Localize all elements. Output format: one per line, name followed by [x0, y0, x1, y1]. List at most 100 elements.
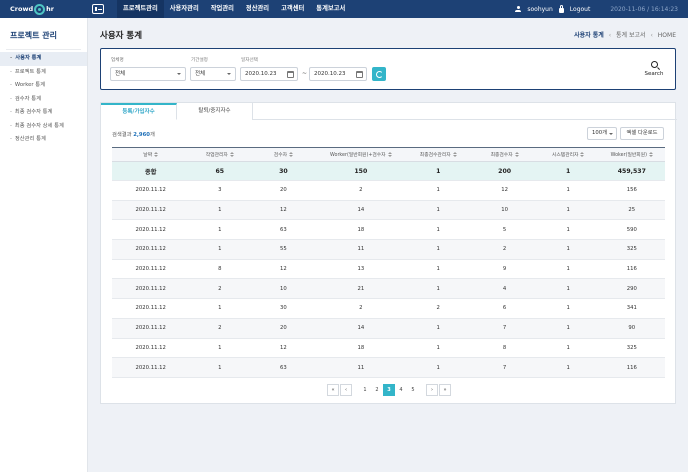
date-to-value: 2020.10.23 [314, 71, 346, 77]
sort-icon[interactable] [289, 151, 294, 158]
page-button[interactable]: 5 [407, 384, 419, 396]
table-cell: 1 [537, 239, 599, 260]
refresh-button[interactable] [372, 67, 386, 81]
table-row[interactable]: 2020.11.12 1 55 11 1 2 1 325 [112, 239, 665, 260]
logo[interactable]: Crowd hr [0, 0, 80, 18]
sort-icon[interactable] [154, 151, 159, 158]
table-cell: 2 [405, 298, 472, 319]
column-label: Worker(일반회원)+검수자 [330, 153, 386, 158]
table-cell: 18 [316, 338, 406, 359]
sidebar-item-project-stats[interactable]: 프로젝트 통계 [0, 66, 87, 80]
sidebar-item-settlement-stats[interactable]: 정산관리 통계 [0, 133, 87, 147]
sort-icon[interactable] [452, 151, 457, 158]
sidebar-item-worker-stats[interactable]: Worker 통계 [0, 79, 87, 93]
sort-icon[interactable] [229, 151, 234, 158]
search-button[interactable]: Search [643, 61, 665, 77]
breadcrumb-home[interactable]: HOME [658, 32, 676, 39]
table-cell: 20 [250, 318, 317, 339]
calendar-icon[interactable] [287, 70, 294, 78]
table-row[interactable]: 2020.11.12 1 63 11 1 7 1 116 [112, 357, 665, 378]
nav-users[interactable]: 사용자관리 [164, 0, 205, 18]
date-to-input[interactable]: 2020.10.23 [309, 67, 367, 81]
calendar-icon[interactable] [356, 70, 363, 78]
nav-reports[interactable]: 통계보고서 [310, 0, 351, 18]
period-select[interactable]: 전체 [190, 67, 236, 81]
table-cell: 25 [598, 200, 665, 221]
page-first-button[interactable]: « [327, 384, 339, 396]
sort-icon[interactable] [580, 151, 585, 158]
table-row[interactable]: 2020.11.12 1 30 2 2 6 1 341 [112, 298, 665, 319]
table-cell: 종합 [112, 161, 190, 181]
page-button[interactable]: 1 [359, 384, 371, 396]
lock-icon [558, 5, 564, 13]
table-cell: 9 [471, 259, 538, 280]
breadcrumb-reports[interactable]: 통계 보고서 [616, 32, 646, 39]
table-cell: 341 [598, 298, 665, 319]
main-nav: 프로젝트관리 사용자관리 작업관리 정산관리 고객센터 통계보고서 [117, 0, 351, 18]
table-cell: 1 [405, 278, 472, 300]
page-prev-button[interactable]: ‹ [340, 384, 352, 396]
table-row[interactable]: 2020.11.12 3 20 2 1 12 1 156 [112, 180, 665, 201]
company-select[interactable]: 전체 [110, 67, 186, 81]
sort-icon[interactable] [514, 151, 519, 158]
tab-withdrawn[interactable]: 탈퇴/중지자수 [177, 103, 253, 120]
column-label: 검수자 [273, 153, 288, 158]
table-row[interactable]: 2020.11.12 1 12 14 1 10 1 25 [112, 200, 665, 221]
column-header[interactable]: 검수자 [250, 147, 317, 162]
column-header[interactable]: 시스템관리자 [537, 147, 599, 162]
chevron-down-icon [227, 73, 231, 75]
nav-work[interactable]: 작업관리 [205, 0, 240, 18]
username[interactable]: soohyun [527, 6, 552, 13]
table-cell: 1 [537, 278, 599, 300]
table-row[interactable]: 2020.11.12 2 10 21 1 4 1 290 [112, 278, 665, 300]
column-label: 최종검수자 [490, 153, 513, 158]
column-header[interactable]: 날짜 [112, 147, 190, 162]
page-last-button[interactable]: » [439, 384, 451, 396]
table-cell: 1 [189, 338, 251, 359]
menu-toggle-icon[interactable] [92, 4, 104, 14]
page-button[interactable]: 4 [395, 384, 407, 396]
table-row[interactable]: 2020.11.12 1 12 18 1 8 1 325 [112, 338, 665, 359]
page-button[interactable]: 2 [371, 384, 383, 396]
nav-settlement[interactable]: 정산관리 [240, 0, 275, 18]
table-cell: 1 [189, 219, 251, 241]
sort-icon[interactable] [648, 151, 653, 158]
nav-customer[interactable]: 고객센터 [275, 0, 310, 18]
table-cell: 2020.11.12 [112, 180, 190, 201]
nav-project[interactable]: 프로젝트관리 [117, 0, 164, 18]
table-cell: 1 [405, 338, 472, 359]
page-button-current[interactable]: 3 [383, 384, 395, 396]
table-cell: 1 [405, 180, 472, 201]
sort-icon[interactable] [387, 151, 392, 158]
table-cell: 290 [598, 278, 665, 300]
table-cell: 3 [189, 180, 251, 201]
table-cell: 65 [189, 161, 251, 181]
column-header[interactable]: Worker(일반회원)+검수자 [316, 147, 406, 162]
tab-registered[interactable]: 등록/가입자수 [101, 103, 177, 120]
table-cell: 1 [189, 239, 251, 260]
sidebar-item-final-reviewer-detail[interactable]: 최종 검수자 상세 통계 [0, 120, 87, 134]
excel-download-button[interactable]: 엑셀 다운로드 [620, 127, 664, 140]
column-header[interactable]: 최종검수관리자 [405, 147, 472, 162]
date-from-input[interactable]: 2020.10.23 [240, 67, 298, 81]
sidebar-item-final-reviewer-stats[interactable]: 최종 검수자 통계 [0, 106, 87, 120]
table-row[interactable]: 2020.11.12 1 63 18 1 5 1 590 [112, 219, 665, 241]
column-header[interactable]: Woker(일반회원) [598, 147, 665, 162]
column-header[interactable]: 최종검수자 [471, 147, 538, 162]
page-size-select[interactable]: 100개 [587, 127, 617, 140]
table-cell: 2020.11.12 [112, 298, 190, 319]
table-row[interactable]: 2020.11.12 2 20 14 1 7 1 90 [112, 318, 665, 339]
table-cell: 156 [598, 180, 665, 201]
sidebar-item-user-stats[interactable]: 사용자 통계 [0, 52, 87, 66]
logout-link[interactable]: Logout [570, 6, 591, 13]
breadcrumb: 사용자 통계 ‹ 통계 보고서 ‹ HOME [574, 30, 676, 39]
search-panel: 업체명 전체 기간설정 전체 일자선택 2020.10.23 ~ 2020.10… [100, 48, 676, 90]
column-header[interactable]: 작업관리자 [189, 147, 251, 162]
table-cell: 116 [598, 259, 665, 280]
table-cell: 2020.11.12 [112, 338, 190, 359]
table-row[interactable]: 2020.11.12 8 12 13 1 9 1 116 [112, 259, 665, 280]
top-navbar: Crowd hr 프로젝트관리 사용자관리 작업관리 정산관리 고객센터 통계보… [0, 0, 688, 18]
sidebar-item-reviewer-stats[interactable]: 검수자 통계 [0, 93, 87, 107]
page-next-button[interactable]: › [426, 384, 438, 396]
result-prefix: 검색결과 [112, 132, 132, 138]
